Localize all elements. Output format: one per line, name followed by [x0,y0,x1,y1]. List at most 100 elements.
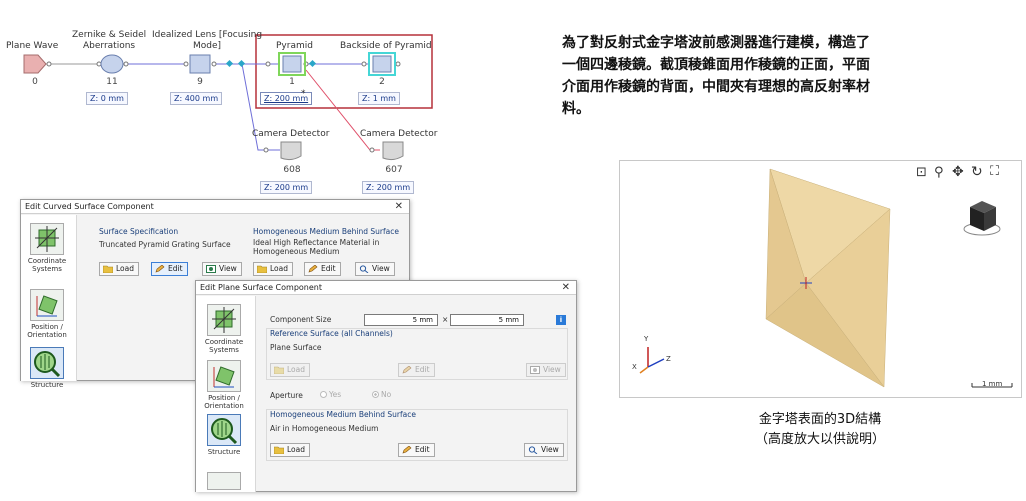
medium-value: Ideal High Reflectance Material in Homog… [253,238,380,256]
figure-caption-line-1: 金字塔表面的3D結構 [758,412,882,427]
pencil-icon [308,265,318,273]
aperture-yes-radio[interactable]: Yes [320,390,341,399]
surface-load-button[interactable]: Load [99,262,139,276]
medium-edit-button[interactable]: Edit [304,262,341,276]
axis-y-label: Y [644,335,649,343]
sidebar-item-structure[interactable]: Structure [25,347,69,389]
medium-value: Air in Homogeneous Medium [270,424,379,433]
zoom-fit-icon[interactable]: ⊡ [916,165,927,180]
backside-node-icon[interactable] [372,55,392,73]
connector-diamond [308,59,317,68]
ref-edit-button[interactable]: Edit [398,363,435,377]
node-label-plane-wave: Plane Wave [6,41,59,51]
size-x-input[interactable]: 5 mm [364,314,438,326]
ref-view-button[interactable]: View [526,363,566,377]
dialog-title: Edit Plane Surface Component [200,283,322,292]
surface-edit-button[interactable]: Edit [151,262,188,276]
sidebar-label: Position / Orientation [204,394,244,410]
node-num: 9 [197,77,203,87]
connector [46,61,52,67]
radio-dot [320,391,327,398]
connector [369,147,375,153]
button-label: View [541,445,559,454]
folder-icon [257,265,267,273]
size-y-input[interactable]: 5 mm [450,314,524,326]
sidebar-item-position[interactable]: Position / Orientation [202,360,246,410]
node-label-camera-608: Camera Detector [252,129,330,139]
connector [395,61,401,67]
connector [211,61,217,67]
coordinate-systems-icon [207,304,241,336]
description-line-4: 料。 [562,101,590,117]
z-position-608[interactable]: Z: 200 mm [260,181,313,194]
button-label: View [219,264,237,273]
ref-surface-value: Plane Surface [270,343,322,352]
medium-view-button[interactable]: View [355,262,395,276]
surface-view-button[interactable]: View [202,262,242,276]
z-position-607[interactable]: Z: 200 mm [362,181,415,194]
medium-edit-button[interactable]: Edit [398,443,435,457]
aperture-label: Aperture [270,391,303,400]
edit-plane-surface-dialog: Edit Plane Surface Component ✕ Coordinat… [195,280,577,492]
rotate-icon[interactable]: ↻ [971,164,983,180]
close-icon[interactable]: ✕ [562,281,570,295]
radio-dot [372,391,379,398]
structure-icon [207,414,241,446]
pyramid-node-icon[interactable] [282,55,302,73]
idealized-lens-icon[interactable] [189,54,211,74]
node-label-zernike: Zernike & Seidel Aberrations [72,30,147,51]
connector-diamond [237,59,246,68]
dialog-sidebar: Coordinate Systems Position / Orientatio… [196,296,256,492]
plane-wave-icon[interactable] [23,54,47,74]
radio-label: Yes [329,390,342,399]
node-num: 1 [289,77,295,87]
button-label: Edit [321,264,336,273]
folder-icon [274,446,284,454]
camera-detector-608-icon[interactable] [280,141,302,161]
sidebar-label: Structure [207,448,241,456]
surface-spec-title: Surface Specification [99,227,179,236]
camera-detector-607-icon[interactable] [382,141,404,161]
button-label: Load [116,264,134,273]
z-position-2[interactable]: Z: 1 mm [358,92,400,105]
button-label: Load [270,264,288,273]
medium-load-button[interactable]: Load [253,262,293,276]
magnifier-icon [359,265,369,273]
dialog-sidebar: Coordinate Systems Position / Orientatio… [21,215,77,389]
surface-spec-value: Truncated Pyramid Grating Surface [99,240,231,249]
position-orientation-icon [207,360,241,392]
sidebar-item-position[interactable]: Position / Orientation [25,289,69,339]
view-cube-icon[interactable] [963,201,1001,236]
sidebar-item-more[interactable] [202,472,246,492]
figure-caption-line-2: （高度放大以供說明） [754,432,885,447]
medium-view-button[interactable]: View [524,443,564,457]
pan-icon[interactable]: ✥ [952,164,964,180]
aperture-no-radio[interactable]: No [372,390,391,399]
pencil-icon [402,446,412,454]
3d-viewer[interactable]: ⊡ ⚲ ✥ ↻ ⛶ Y Z X 1 mm [619,160,1022,398]
axes-triad-icon [639,347,665,374]
aberration-lens-icon[interactable] [100,54,124,74]
z-position-11[interactable]: Z: 0 mm [86,92,128,105]
sidebar-item-coordinate-systems[interactable]: Coordinate Systems [202,304,246,354]
fullscreen-icon[interactable]: ⛶ [990,164,999,179]
zoom-icon[interactable]: ⚲ [934,165,944,180]
connector [265,61,271,67]
medium-title: Homogeneous Medium Behind Surface [270,410,416,419]
ref-load-button[interactable]: Load [270,363,310,377]
medium-load-button[interactable]: Load [270,443,310,457]
structure-icon [30,347,64,379]
connector [263,147,269,153]
dialog-title-bar: Edit Curved Surface Component ✕ [21,200,409,214]
medium-title: Homogeneous Medium Behind Surface [253,227,399,236]
component-size-label: Component Size [270,315,332,324]
info-icon[interactable]: i [556,315,566,325]
dialog-title: Edit Curved Surface Component [25,202,154,211]
button-label: View [543,365,561,374]
sidebar-item-coordinate-systems[interactable]: Coordinate Systems [25,223,69,273]
connector-diamond [225,59,234,68]
button-label: Edit [168,264,183,273]
z-position-9[interactable]: Z: 400 mm [170,92,223,105]
sidebar-item-structure[interactable]: Structure [202,414,246,456]
close-icon[interactable]: ✕ [395,200,403,214]
